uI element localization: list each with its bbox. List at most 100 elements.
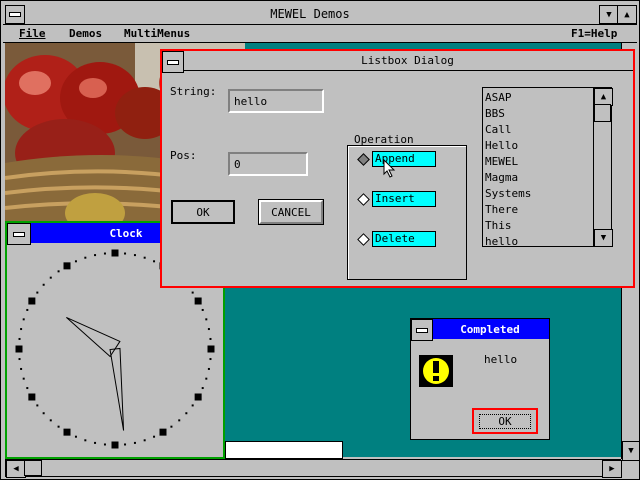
completed-title: Completed	[460, 322, 520, 336]
clock-minute-marker	[26, 308, 29, 311]
scroll-thumb[interactable]	[24, 460, 42, 476]
ok-button[interactable]: OK	[171, 200, 235, 224]
minimize-button[interactable]: ▼	[599, 5, 619, 24]
menu-help[interactable]: F1=Help	[571, 27, 617, 40]
clock-minute-marker	[18, 337, 21, 340]
list-item[interactable]: MEWEL	[485, 154, 593, 170]
scroll-down-button[interactable]: ▼	[622, 441, 640, 461]
clock-hour-marker	[159, 428, 167, 436]
pos-input[interactable]: 0	[228, 152, 308, 176]
clock-minute-marker	[185, 412, 188, 415]
clock-hour-marker	[207, 345, 215, 353]
clock-minute-marker	[153, 260, 156, 263]
completed-ok-focus-rect: OK	[479, 413, 531, 429]
clock-minute-marker	[103, 252, 106, 255]
menu-demos[interactable]: Demos	[69, 27, 102, 40]
clock-minute-marker	[170, 425, 173, 428]
clock-minute-marker	[191, 291, 194, 294]
clock-system-menu-icon[interactable]	[7, 223, 31, 245]
clock-minute-marker	[143, 439, 146, 442]
clock-minute-marker	[124, 252, 127, 255]
list-item[interactable]: This	[485, 218, 593, 234]
list-item[interactable]: Systems	[485, 186, 593, 202]
clock-hour-marker	[194, 393, 202, 401]
mouse-pointer-icon	[383, 159, 396, 178]
cancel-button[interactable]: CANCEL	[258, 199, 324, 225]
main-title-bar[interactable]: MEWEL Demos ▼ ▲	[3, 3, 637, 25]
list-item[interactable]: There	[485, 202, 593, 218]
clock-minute-marker	[22, 377, 25, 380]
clock-minute-marker	[207, 328, 210, 331]
dialog-system-menu-icon[interactable]	[162, 51, 184, 73]
radio-delete[interactable]: Delete	[355, 231, 455, 249]
listbox-scroll-thumb[interactable]	[594, 104, 611, 122]
listbox-scroll-down-button[interactable]: ▼	[594, 229, 613, 247]
radio-delete-diamond	[357, 233, 370, 246]
clock-minute-marker	[42, 412, 45, 415]
clock-minute-marker	[49, 419, 52, 422]
list-item[interactable]: hello	[485, 234, 593, 250]
clock-hour-marker	[63, 262, 71, 270]
menu-bar: File Demos MultiMenus F1=Help	[3, 25, 637, 43]
clock-hour-hand	[66, 316, 121, 358]
clock-minute-marker	[42, 283, 45, 286]
completed-message: hello	[484, 353, 518, 366]
clock-minute-marker	[57, 425, 60, 428]
horizontal-scrollbar[interactable]: ◀ ▶	[5, 459, 622, 478]
clock-minute-marker	[207, 367, 210, 370]
ok-button-label: OK	[196, 205, 210, 219]
list-item[interactable]: ASAP	[485, 90, 593, 106]
clock-minute-marker	[201, 308, 204, 311]
list-item[interactable]: Call	[485, 122, 593, 138]
clock-minute-marker	[205, 318, 208, 321]
clock-minute-marker	[209, 337, 212, 340]
radio-insert-diamond	[357, 193, 370, 206]
clock-minute-marker	[49, 276, 52, 279]
clock-minute-marker	[94, 441, 97, 444]
items-listbox[interactable]: ASAP BBS Call Hello MEWEL Magma Systems There Th…	[482, 87, 613, 250]
clock-minute-marker	[191, 404, 194, 407]
completed-dialog: Completed hello OK	[410, 318, 550, 440]
clock-minute-marker	[84, 256, 87, 259]
list-item[interactable]: Magma	[485, 170, 593, 186]
clock-minute-marker	[57, 270, 60, 273]
completed-ok-button[interactable]: OK	[472, 408, 538, 434]
clock-minute-marker	[201, 387, 204, 390]
clock-minute-marker	[94, 254, 97, 257]
scroll-right-button[interactable]: ▶	[602, 460, 622, 478]
completed-title-bar[interactable]: Completed	[411, 319, 549, 341]
string-input[interactable]: hello	[228, 89, 324, 113]
maximize-button[interactable]: ▲	[617, 5, 637, 24]
clock-minute-marker	[36, 291, 39, 294]
list-item[interactable]: BBS	[485, 106, 593, 122]
clock-minute-hand	[109, 347, 125, 431]
list-item[interactable]: Hello	[485, 138, 593, 154]
listbox-dialog-title: Listbox Dialog	[361, 54, 454, 67]
clock-hour-marker	[194, 297, 202, 305]
clock-hour-marker	[28, 297, 36, 305]
radio-append[interactable]: Append	[355, 151, 455, 169]
clock-minute-marker	[205, 377, 208, 380]
string-label: String:	[170, 85, 217, 98]
scroll-left-button[interactable]: ◀	[6, 460, 26, 478]
clock-minute-marker	[20, 328, 23, 331]
system-menu-icon[interactable]	[5, 5, 25, 24]
listbox-scrollbar[interactable]: ▲ ▼	[593, 88, 613, 247]
clock-minute-marker	[18, 358, 21, 361]
clock-minute-marker	[133, 441, 136, 444]
clock-minute-marker	[20, 367, 23, 370]
completed-ok-label: OK	[498, 414, 512, 428]
cancel-button-label: CANCEL	[271, 205, 311, 219]
clock-minute-marker	[74, 260, 77, 263]
radio-delete-label: Delete	[372, 231, 436, 247]
clock-minute-marker	[103, 443, 106, 446]
menu-file[interactable]: File	[19, 27, 46, 40]
clock-minute-marker	[178, 419, 181, 422]
completed-system-menu-icon[interactable]	[411, 319, 433, 341]
clock-minute-marker	[84, 439, 87, 442]
radio-insert[interactable]: Insert	[355, 191, 455, 209]
clock-hour-marker	[28, 393, 36, 401]
listbox-dialog-title-bar[interactable]: Listbox Dialog	[162, 51, 633, 73]
radio-append-diamond	[357, 153, 370, 166]
menu-multimenus[interactable]: MultiMenus	[124, 27, 190, 40]
